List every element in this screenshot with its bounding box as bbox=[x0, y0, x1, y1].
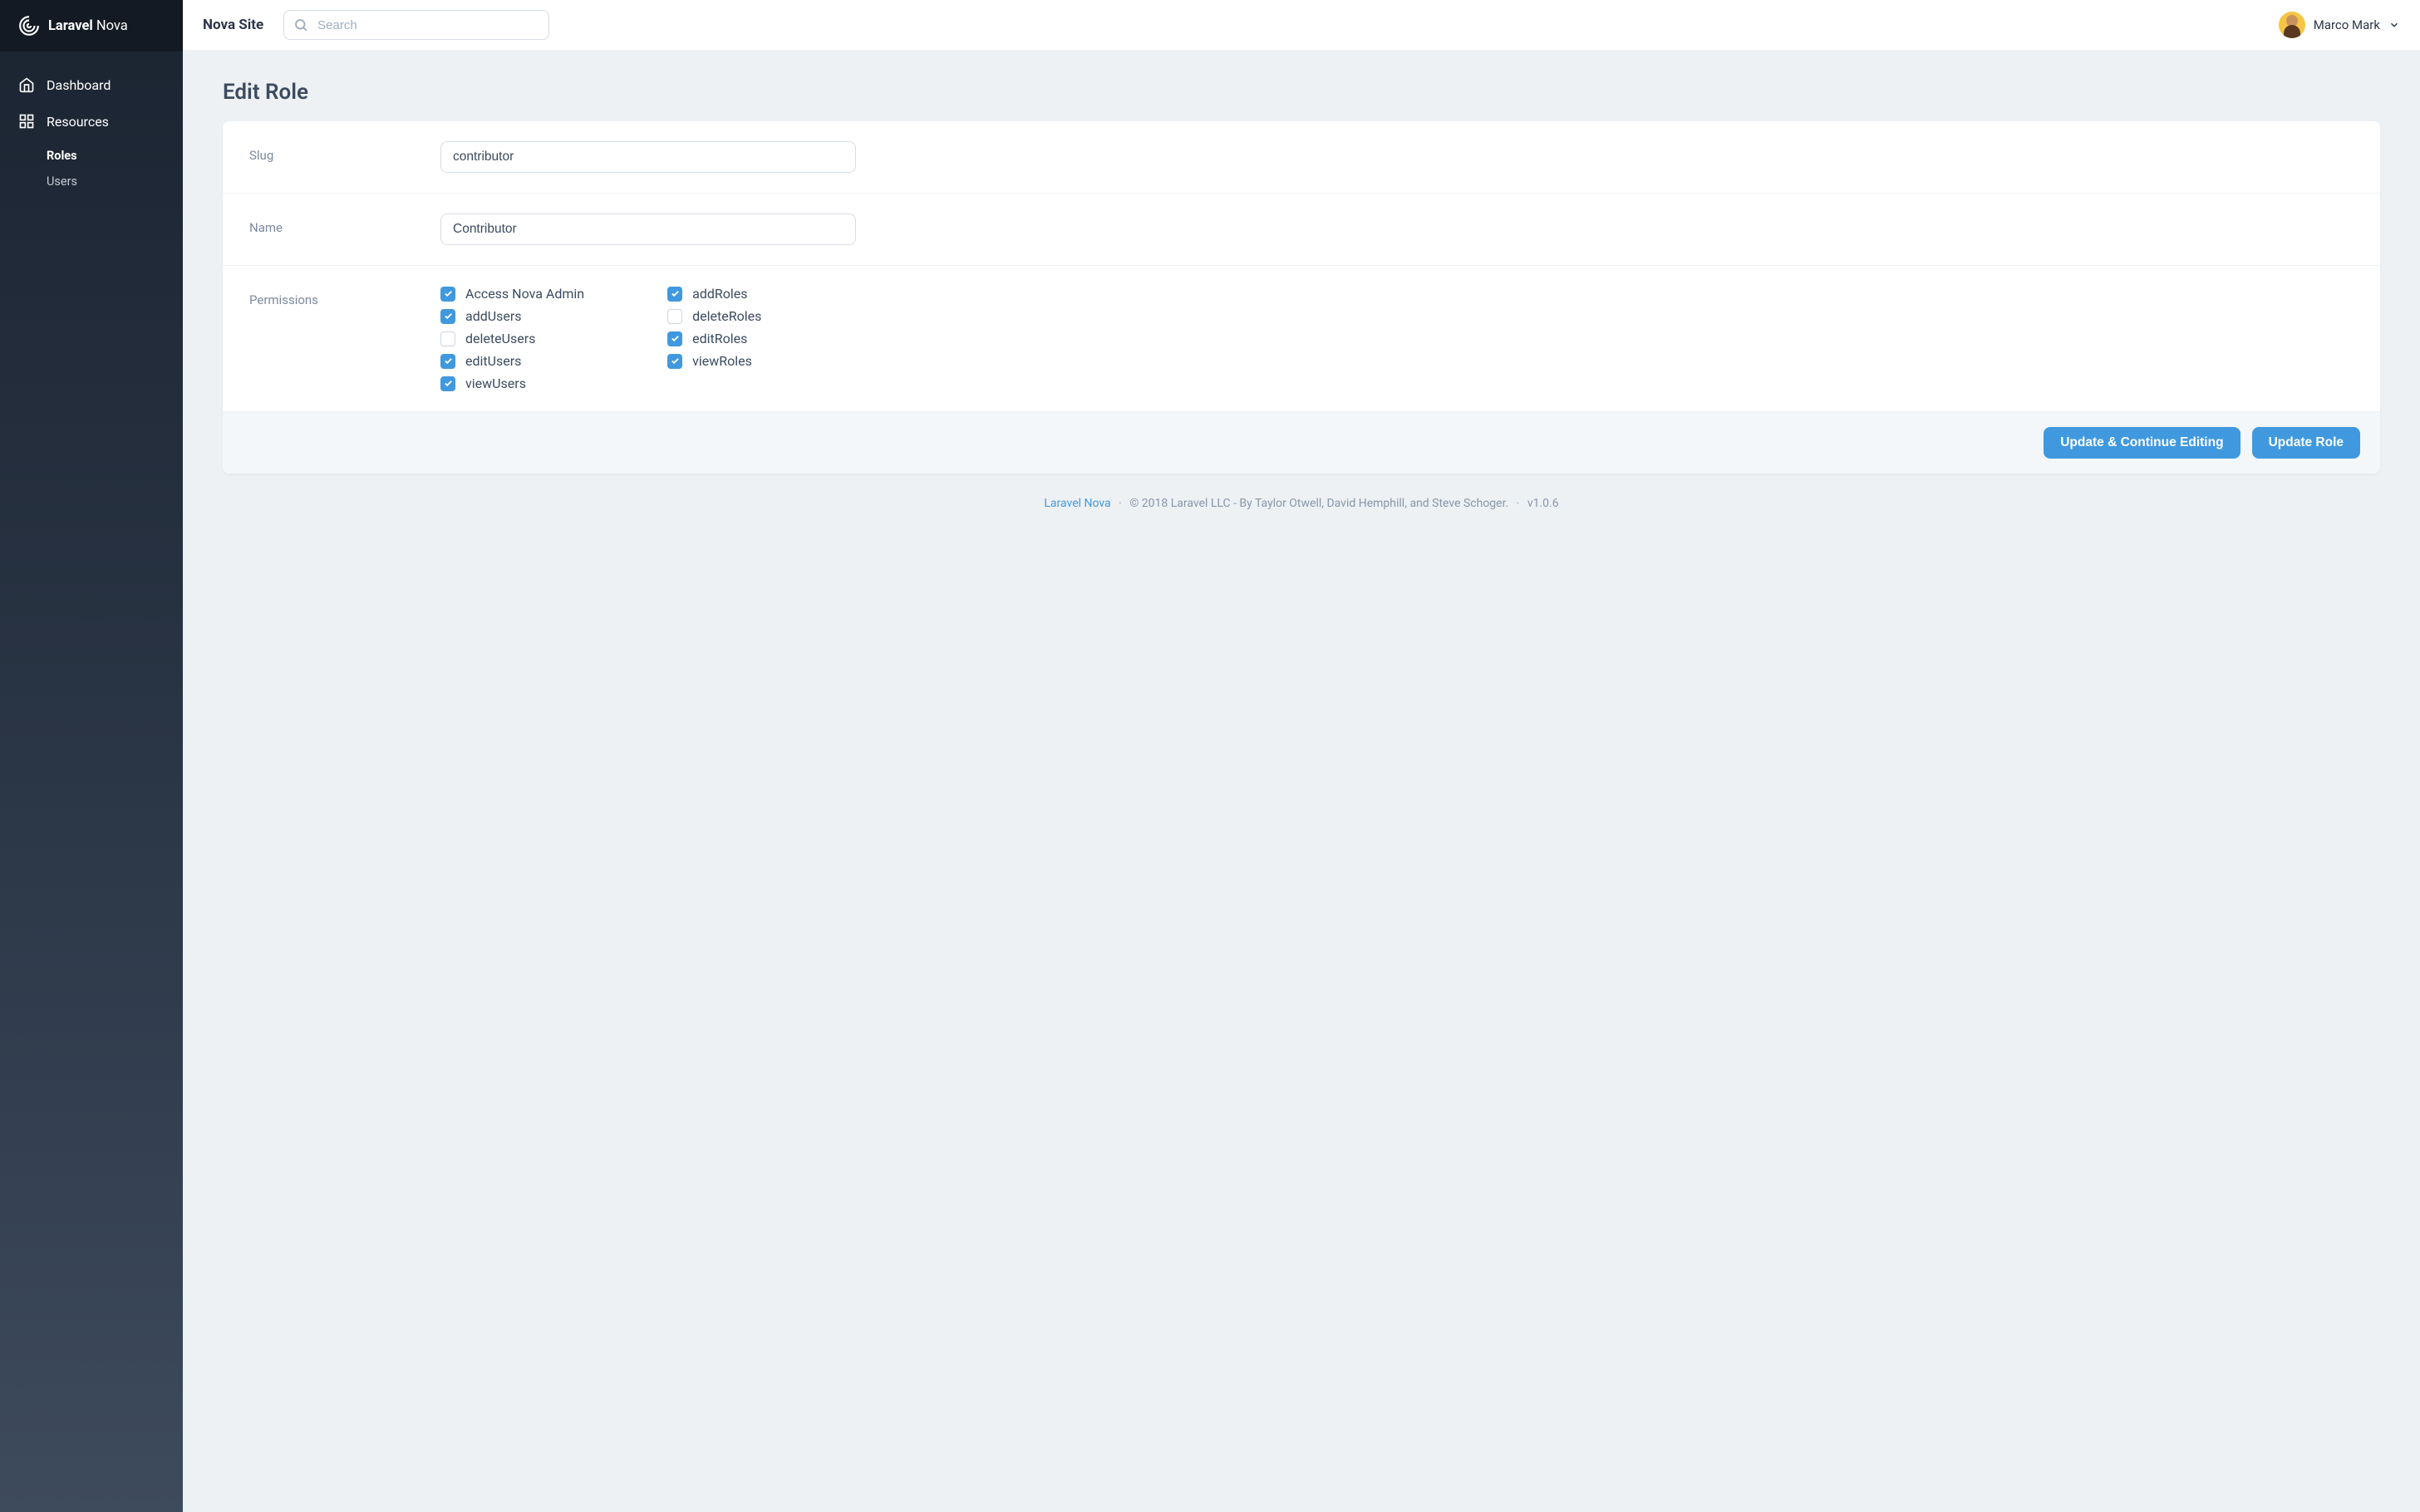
permission-checkbox[interactable]: editUsers bbox=[440, 353, 584, 369]
site-name: Nova Site bbox=[203, 17, 263, 33]
permission-checkbox[interactable]: editRoles bbox=[667, 331, 761, 346]
permission-checkbox[interactable]: Access Nova Admin bbox=[440, 286, 584, 302]
page-title: Edit Role bbox=[223, 80, 2380, 105]
logo-text: Laravel Nova bbox=[48, 18, 128, 34]
checkbox-icon bbox=[440, 376, 455, 391]
search-icon bbox=[293, 17, 308, 32]
permissions-col-2: addRoles deleteRoles editRoles viewRoles bbox=[667, 286, 761, 391]
name-input[interactable] bbox=[440, 214, 856, 245]
footer-copyright: © 2018 Laravel LLC - By Taylor Otwell, D… bbox=[1129, 497, 1508, 510]
checkbox-label: deleteUsers bbox=[465, 331, 535, 346]
nav-resources[interactable]: Resources bbox=[0, 103, 183, 140]
sidebar-header: Laravel Nova bbox=[0, 0, 183, 52]
checkbox-icon bbox=[667, 309, 682, 324]
footer-version: v1.0.6 bbox=[1527, 497, 1559, 510]
checkbox-label: addRoles bbox=[692, 286, 747, 302]
row-name: Name bbox=[223, 194, 2380, 266]
permission-checkbox[interactable]: viewRoles bbox=[667, 353, 761, 369]
update-continue-button[interactable]: Update & Continue Editing bbox=[2044, 427, 2240, 459]
sidebar-item-roles[interactable]: Roles bbox=[47, 143, 183, 169]
permission-checkbox[interactable]: addRoles bbox=[667, 286, 761, 302]
checkbox-label: Access Nova Admin bbox=[465, 286, 584, 302]
checkbox-label: viewRoles bbox=[692, 353, 752, 369]
permission-checkbox[interactable]: viewUsers bbox=[440, 376, 584, 391]
checkbox-label: deleteRoles bbox=[692, 308, 761, 324]
checkbox-icon bbox=[667, 331, 682, 346]
checkbox-label: editUsers bbox=[465, 353, 521, 369]
row-permissions: Permissions Access Nova Admin addUsers del… bbox=[223, 266, 2380, 412]
label-slug: Slug bbox=[249, 141, 440, 173]
form-card: Slug Name Permissions Access Nova Admin a… bbox=[223, 121, 2380, 474]
checkbox-icon bbox=[440, 331, 455, 346]
checkbox-icon bbox=[440, 309, 455, 324]
nav-resources-sub: Roles Users bbox=[0, 140, 183, 198]
topbar: Nova Site Marco Mark bbox=[183, 0, 2420, 50]
chevron-down-icon bbox=[2388, 19, 2400, 31]
sidebar-nav: Dashboard Resources Roles Users bbox=[0, 52, 183, 213]
grid-icon bbox=[18, 113, 35, 130]
checkbox-icon bbox=[440, 287, 455, 302]
card-actions: Update & Continue Editing Update Role bbox=[223, 412, 2380, 474]
checkbox-label: addUsers bbox=[465, 308, 522, 324]
footer: Laravel Nova · © 2018 Laravel LLC - By T… bbox=[223, 474, 2380, 533]
logo-icon bbox=[18, 15, 40, 37]
permissions-col-1: Access Nova Admin addUsers deleteUsers edit… bbox=[440, 286, 584, 391]
update-button[interactable]: Update Role bbox=[2252, 427, 2360, 459]
row-slug: Slug bbox=[223, 121, 2380, 194]
permission-checkbox[interactable]: deleteRoles bbox=[667, 308, 761, 324]
nav-dashboard[interactable]: Dashboard bbox=[0, 66, 183, 103]
checkbox-icon bbox=[440, 354, 455, 369]
permissions-columns: Access Nova Admin addUsers deleteUsers edit… bbox=[440, 286, 2354, 391]
checkbox-label: viewUsers bbox=[465, 376, 526, 391]
checkbox-icon bbox=[667, 287, 682, 302]
nav-dashboard-label: Dashboard bbox=[47, 77, 111, 93]
home-icon bbox=[18, 76, 35, 93]
checkbox-icon bbox=[667, 354, 682, 369]
user-menu[interactable]: Marco Mark bbox=[2279, 12, 2400, 38]
slug-input[interactable] bbox=[440, 141, 856, 173]
permission-checkbox[interactable]: deleteUsers bbox=[440, 331, 584, 346]
footer-link[interactable]: Laravel Nova bbox=[1044, 497, 1110, 510]
search-wrap bbox=[283, 10, 549, 40]
avatar bbox=[2279, 12, 2305, 38]
label-name: Name bbox=[249, 214, 440, 245]
nav-resources-label: Resources bbox=[47, 114, 109, 130]
sidebar-item-users[interactable]: Users bbox=[47, 169, 183, 194]
main: Nova Site Marco Mark Edit Role Slug bbox=[183, 0, 2420, 1512]
permission-checkbox[interactable]: addUsers bbox=[440, 308, 584, 324]
checkbox-label: editRoles bbox=[692, 331, 747, 346]
content: Edit Role Slug Name Permissions Access N… bbox=[183, 50, 2420, 1512]
search-input[interactable] bbox=[283, 10, 549, 40]
label-permissions: Permissions bbox=[249, 286, 440, 391]
user-name: Marco Mark bbox=[2314, 17, 2380, 32]
sidebar: Laravel Nova Dashboard Resources Roles U… bbox=[0, 0, 183, 1512]
